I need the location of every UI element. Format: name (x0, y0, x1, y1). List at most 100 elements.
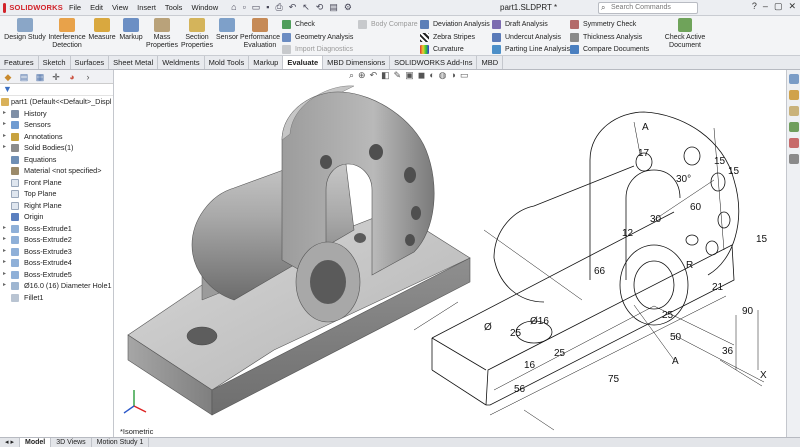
menu-insert[interactable]: Insert (137, 3, 156, 12)
view-palette-icon[interactable] (789, 122, 799, 132)
new-document-icon[interactable]: ▫ (243, 2, 246, 13)
tree-item-boss-extrude4[interactable]: ▸ Boss-Extrude4 (0, 257, 113, 269)
tab-weldments[interactable]: Weldments (158, 56, 205, 69)
tab-surfaces[interactable]: Surfaces (71, 56, 110, 69)
expand-arrow-icon[interactable]: ▸ (3, 131, 9, 143)
tab-mbd[interactable]: MBD (477, 56, 504, 69)
menu-view[interactable]: View (112, 3, 128, 12)
draft-analysis-button[interactable]: Draft Analysis (492, 18, 548, 30)
tree-item-right-plane[interactable]: Right Plane (0, 200, 113, 212)
open-folder-icon[interactable]: ▭ (252, 2, 261, 13)
home-icon[interactable]: ⌂ (231, 2, 236, 13)
section-properties-button[interactable]: Section Properties (180, 18, 214, 50)
nav-arrows-icon[interactable]: ◂ ▸ (0, 438, 20, 447)
tree-item-equations[interactable]: Equations (0, 154, 113, 166)
resources-icon[interactable] (789, 74, 799, 84)
curvature-button[interactable]: Curvature (420, 43, 464, 55)
feature-tree-tab-icon[interactable]: ◆ (0, 70, 16, 84)
tab-solidworks-addins[interactable]: SOLIDWORKS Add-Ins (390, 56, 478, 69)
property-manager-tab-icon[interactable]: ▤ (16, 70, 32, 84)
tree-item-material-not-specified[interactable]: Material <not specified> (0, 165, 113, 177)
dimxpert-tab-icon[interactable]: ✛ (48, 70, 64, 84)
tree-item-top-plane[interactable]: Top Plane (0, 188, 113, 200)
tab-model[interactable]: Model (19, 438, 52, 447)
tab-motion-study-1[interactable]: Motion Study 1 (92, 438, 150, 447)
import-diagnostics-button[interactable]: Import Diagnostics (282, 43, 353, 55)
check-active-document-button[interactable]: Check Active Document (650, 18, 720, 50)
interference-detection-button[interactable]: Interference Detection (48, 18, 86, 50)
expand-arrow-icon[interactable]: ▸ (3, 269, 9, 281)
menu-file[interactable]: File (69, 3, 81, 12)
filter-icon[interactable]: ▼ (0, 84, 113, 96)
design-library-icon[interactable] (789, 90, 799, 100)
save-icon[interactable]: ▪ (266, 2, 269, 13)
tree-item-boss-extrude2[interactable]: ▸ Boss-Extrude2 (0, 234, 113, 246)
expand-arrow-icon[interactable]: ▸ (3, 234, 9, 246)
select-icon[interactable]: ↖ (302, 2, 310, 13)
restore-icon[interactable]: ▢ (774, 1, 783, 12)
expand-tabs-icon[interactable]: › (80, 70, 96, 84)
file-properties-icon[interactable]: ▤ (329, 2, 338, 13)
sensor-button[interactable]: Sensor (216, 18, 238, 42)
expand-arrow-icon[interactable]: ▸ (3, 119, 9, 131)
expand-arrow-icon[interactable]: ▸ (3, 280, 9, 292)
tab-mbd-dimensions[interactable]: MBD Dimensions (323, 56, 391, 69)
appearances-icon[interactable] (789, 138, 799, 148)
thickness-analysis-button[interactable]: Thickness Analysis (570, 31, 642, 43)
expand-arrow-icon[interactable]: ▸ (3, 257, 9, 269)
zebra-stripes-button[interactable]: Zebra Stripes (420, 31, 475, 43)
solidworks-logo[interactable]: SOLIDWORKS (3, 2, 63, 13)
tree-item-annotations[interactable]: ▸ Annotations (0, 131, 113, 143)
tab-mold-tools[interactable]: Mold Tools (205, 56, 250, 69)
undercut-analysis-button[interactable]: Undercut Analysis (492, 31, 561, 43)
menu-window[interactable]: Window (191, 3, 218, 12)
tree-item-front-plane[interactable]: Front Plane (0, 177, 113, 189)
tree-item-boss-extrude3[interactable]: ▸ Boss-Extrude3 (0, 246, 113, 258)
tree-item-boss-extrude5[interactable]: ▸ Boss-Extrude5 (0, 269, 113, 281)
performance-evaluation-button[interactable]: Performance Evaluation (240, 18, 280, 50)
deviation-analysis-button[interactable]: Deviation Analysis (420, 18, 490, 30)
mass-properties-button[interactable]: Mass Properties (146, 18, 178, 50)
menu-tools[interactable]: Tools (165, 3, 183, 12)
menu-edit[interactable]: Edit (90, 3, 103, 12)
expand-arrow-icon[interactable]: ▸ (3, 142, 9, 154)
markup-button[interactable]: Markup (118, 18, 144, 42)
check-button[interactable]: Check (282, 18, 315, 30)
expand-arrow-icon[interactable]: ▸ (3, 246, 9, 258)
parting-line-analysis-button[interactable]: Parting Line Analysis (492, 43, 570, 55)
shaded-3d-model[interactable] (127, 85, 471, 416)
compare-documents-button[interactable]: Compare Documents (570, 43, 649, 55)
tree-item-fillet1[interactable]: Fillet1 (0, 292, 113, 304)
tab-sheet-metal[interactable]: Sheet Metal (109, 56, 159, 69)
expand-arrow-icon[interactable]: ▸ (3, 223, 9, 235)
print-icon[interactable]: ⎙ (275, 2, 282, 13)
minimize-icon[interactable]: – (763, 1, 768, 12)
help-icon[interactable]: ? (752, 1, 757, 12)
display-manager-tab-icon[interactable]: ◕ (64, 70, 80, 84)
tree-item-history[interactable]: ▸ History (0, 108, 113, 120)
tree-item-boss-extrude1[interactable]: ▸ Boss-Extrude1 (0, 223, 113, 235)
body-compare-button[interactable]: Body Compare (358, 18, 418, 30)
tree-root-part[interactable]: part1 (Default<<Default>_Displ (0, 96, 113, 108)
configuration-tab-icon[interactable]: ▦ (32, 70, 48, 84)
tab-features[interactable]: Features (0, 56, 39, 69)
tree-item-solid-bodies-1[interactable]: ▸ Solid Bodies(1) (0, 142, 113, 154)
graphics-area[interactable]: ⌕ ⊕ ↶ ◧ ✎ ▣ ◼ ◐ ◍ ◑ ▭ A 17 15 15 30° 60 … (114, 70, 786, 437)
tab-3d-views[interactable]: 3D Views (51, 438, 92, 447)
symmetry-check-button[interactable]: Symmetry Check (570, 18, 636, 30)
rebuild-icon[interactable]: ⟲ (316, 2, 324, 13)
custom-properties-icon[interactable] (789, 154, 799, 164)
tab-sketch[interactable]: Sketch (39, 56, 71, 69)
tab-evaluate[interactable]: Evaluate (283, 56, 324, 69)
tree-item-sensors[interactable]: ▸ Sensors (0, 119, 113, 131)
geometry-analysis-button[interactable]: Geometry Analysis (282, 31, 353, 43)
tab-markup[interactable]: Markup (249, 56, 284, 69)
file-explorer-icon[interactable] (789, 106, 799, 116)
measure-button[interactable]: Measure (88, 18, 116, 42)
tree-item-16-0-16-diameter-hole1[interactable]: ▸ Ø16.0 (16) Diameter Hole1 (0, 280, 113, 292)
expand-arrow-icon[interactable]: ▸ (3, 108, 9, 120)
design-study-button[interactable]: Design Study (4, 18, 46, 42)
undo-icon[interactable]: ↶ (289, 2, 297, 13)
options-gear-icon[interactable]: ⚙ (344, 2, 352, 13)
search-commands-input[interactable]: ⌕ Search Commands (598, 2, 698, 14)
